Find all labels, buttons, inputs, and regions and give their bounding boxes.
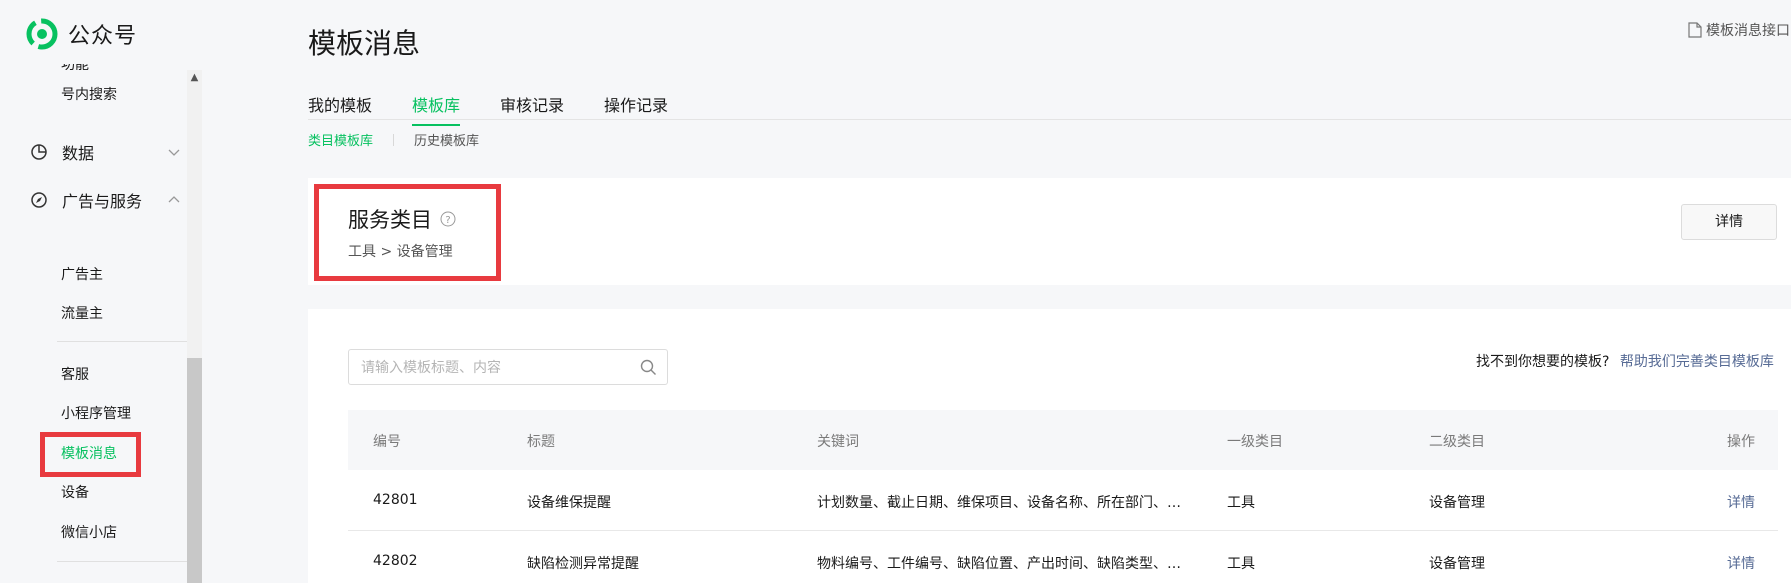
tab-template-library[interactable]: 模板库 bbox=[412, 92, 461, 126]
th-keywords: 关键词 bbox=[817, 434, 859, 450]
sidebar-item-advertiser[interactable]: 广告主 bbox=[61, 264, 103, 284]
sidebar-item-wechat-store[interactable]: 微信小店 bbox=[61, 522, 117, 542]
row-detail-link[interactable]: 详情 bbox=[1727, 553, 1755, 573]
help-prompt: 找不到你想要的模板? 帮助我们完善类目模板库 bbox=[1476, 351, 1774, 371]
help-improve-link[interactable]: 帮助我们完善类目模板库 bbox=[1620, 354, 1774, 370]
service-category-card bbox=[308, 178, 1791, 285]
highlight-box-service bbox=[314, 184, 501, 281]
sidebar-divider bbox=[57, 561, 197, 562]
subtab-bar: 类目模板库 历史模板库 bbox=[308, 130, 479, 149]
sidebar-item-label: 广告主 bbox=[61, 267, 103, 283]
th-category-2: 二级类目 bbox=[1429, 434, 1485, 450]
app-name: 公众号 bbox=[68, 24, 138, 49]
sidebar-item-customer-service[interactable]: 客服 bbox=[61, 364, 89, 384]
th-category-1: 一级类目 bbox=[1227, 434, 1283, 450]
chevron-down-icon bbox=[168, 149, 180, 156]
tab-bar: 我的模板 模板库 审核记录 操作记录 bbox=[308, 92, 708, 126]
row-detail-link[interactable]: 详情 bbox=[1727, 492, 1755, 512]
sidebar-item-device[interactable]: 设备 bbox=[61, 482, 89, 502]
sidebar-item-label: 流量主 bbox=[61, 306, 103, 322]
tab-my-templates[interactable]: 我的模板 bbox=[308, 92, 372, 126]
sidebar-scrollbar-thumb[interactable] bbox=[187, 358, 202, 583]
doc-link[interactable]: 模板消息接口 bbox=[1688, 20, 1790, 40]
app-logo[interactable]: 公众号 bbox=[26, 18, 137, 50]
cell-keywords: 计划数量、截止日期、维保项目、设备名称、所在部门、维保人员 bbox=[817, 495, 1193, 511]
sidebar-item-clipped[interactable]: 功能 bbox=[61, 64, 91, 70]
page-title: 模板消息 bbox=[308, 27, 421, 60]
sidebar-item-publisher[interactable]: 流量主 bbox=[61, 303, 103, 323]
cell-category-2: 设备管理 bbox=[1429, 495, 1485, 511]
row-divider bbox=[348, 530, 1778, 531]
sidebar-item-miniprogram[interactable]: 小程序管理 bbox=[61, 403, 131, 423]
pie-chart-icon bbox=[31, 144, 47, 160]
sidebar-divider bbox=[57, 341, 197, 342]
highlight-box-sidebar bbox=[40, 432, 141, 477]
compass-icon bbox=[31, 192, 47, 208]
help-prompt-text: 找不到你想要的模板? bbox=[1476, 354, 1610, 370]
service-detail-button[interactable]: 详情 bbox=[1681, 204, 1777, 240]
subtab-history-library[interactable]: 历史模板库 bbox=[414, 130, 479, 149]
cell-keywords: 物料编号、工件编号、缺陷位置、产出时间、缺陷类型、检测结果 bbox=[817, 556, 1193, 572]
sidebar-group-ads-services[interactable]: 广告与服务 bbox=[30, 188, 202, 212]
tab-review-records[interactable]: 审核记录 bbox=[500, 92, 564, 126]
cell-category-1: 工具 bbox=[1227, 495, 1255, 511]
sidebar-group-label: 广告与服务 bbox=[62, 192, 143, 211]
template-search-input[interactable] bbox=[359, 350, 633, 386]
subtab-category-library[interactable]: 类目模板库 bbox=[308, 130, 373, 149]
cell-id: 42802 bbox=[373, 553, 418, 569]
sidebar-item-label: 微信小店 bbox=[61, 525, 117, 541]
sidebar-item-clipped-label: 功能 bbox=[61, 64, 89, 70]
sidebar-group-data[interactable]: 数据 bbox=[30, 140, 202, 164]
tab-divider bbox=[308, 119, 1791, 120]
subtab-separator bbox=[393, 133, 395, 146]
sidebar-item-label: 号内搜索 bbox=[61, 87, 117, 103]
doc-link-label: 模板消息接口 bbox=[1706, 23, 1790, 39]
scroll-up-arrow-icon[interactable]: ▲ bbox=[187, 70, 202, 85]
template-search-box bbox=[348, 349, 668, 386]
cell-title: 设备维保提醒 bbox=[527, 495, 611, 511]
cell-title: 缺陷检测异常提醒 bbox=[527, 556, 639, 572]
sidebar-item-label: 客服 bbox=[61, 367, 89, 383]
table-header bbox=[348, 410, 1778, 470]
tab-operation-records[interactable]: 操作记录 bbox=[604, 92, 668, 126]
wechat-mp-logo-icon bbox=[26, 18, 58, 50]
th-title: 标题 bbox=[527, 434, 555, 450]
chevron-up-icon bbox=[168, 196, 180, 203]
search-icon[interactable] bbox=[640, 359, 657, 376]
th-action: 操作 bbox=[1727, 434, 1755, 450]
cell-category-2: 设备管理 bbox=[1429, 556, 1485, 572]
th-id: 编号 bbox=[373, 434, 401, 450]
document-icon bbox=[1688, 22, 1702, 38]
sidebar-item-label: 设备 bbox=[61, 485, 89, 501]
sidebar-group-label: 数据 bbox=[62, 144, 95, 163]
sidebar-item-in-account-search[interactable]: 号内搜索 bbox=[61, 84, 117, 104]
sidebar-item-label: 小程序管理 bbox=[61, 406, 131, 422]
cell-id: 42801 bbox=[373, 492, 418, 508]
cell-category-1: 工具 bbox=[1227, 556, 1255, 572]
